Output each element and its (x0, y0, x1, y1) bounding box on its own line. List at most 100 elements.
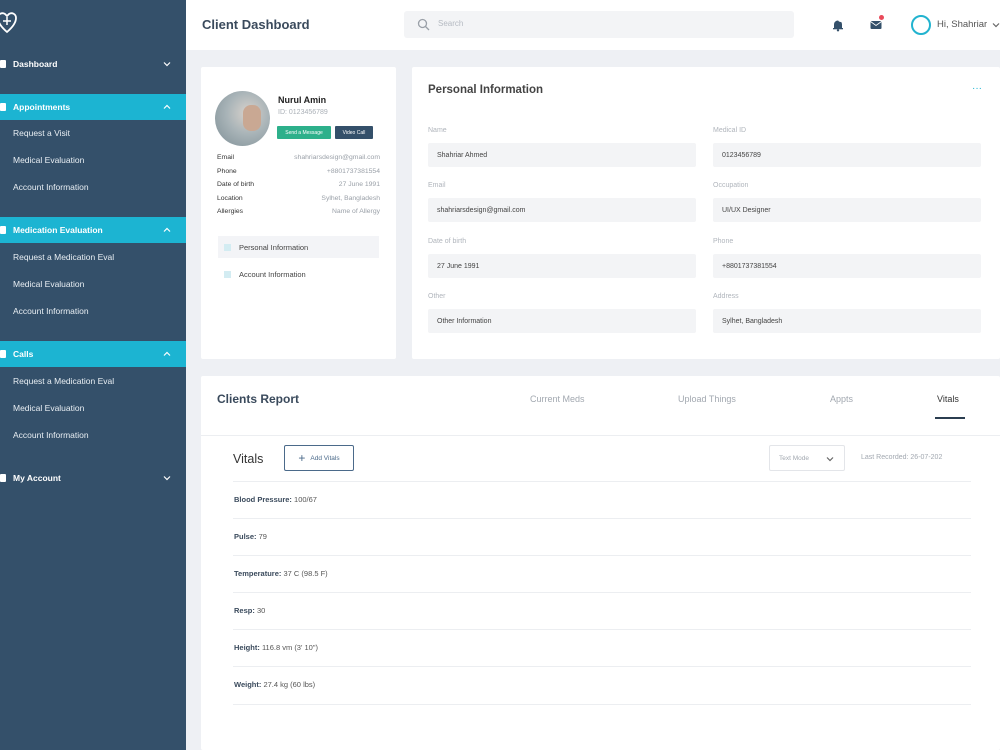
profile-info-value: +8801737381554 (326, 168, 380, 175)
sidebar-item-medication-evaluation[interactable]: Medication Evaluation (0, 217, 186, 243)
chevron-up-icon (163, 227, 171, 232)
search-input[interactable]: Search (404, 11, 794, 38)
field-label: Occupation (713, 182, 749, 189)
profile-link-account-information[interactable]: Account Information (218, 263, 379, 285)
profile-info-value: Sylhet, Bangladesh (321, 195, 380, 202)
profile-link-label: Personal Information (239, 242, 309, 252)
calls-icon (0, 350, 6, 358)
vital-label: Temperature: (234, 569, 282, 578)
sidebar-item-calls[interactable]: Calls (0, 341, 186, 367)
top-header: Client Dashboard Search Hi, Shahriar (186, 0, 1000, 50)
address-field[interactable]: Sylhet, Bangladesh (713, 309, 981, 333)
divider (233, 555, 971, 556)
divider (201, 435, 1000, 436)
tab-vitals[interactable]: Vitals (937, 394, 959, 404)
field-label: Other (428, 293, 446, 300)
profile-info-row: Phone +8801737381554 (217, 168, 380, 178)
profile-id: ID: 0123456789 (278, 109, 328, 116)
vital-value: 27.4 kg (60 lbs) (263, 680, 316, 689)
sidebar-subitem-medical-evaluation[interactable]: Medical Evaluation (13, 155, 84, 165)
personal-information-card: Personal Information ··· Name Shahriar A… (412, 67, 1000, 359)
mail-icon[interactable] (869, 18, 883, 32)
logo-icon (0, 12, 17, 34)
plus-icon: + (298, 451, 306, 465)
other-field[interactable]: Other Information (428, 309, 696, 333)
vitals-heading: Vitals (233, 452, 264, 466)
profile-info-label: Date of birth (217, 181, 255, 188)
vital-label: Pulse: (234, 532, 257, 541)
divider (233, 704, 971, 705)
occupation-field[interactable]: UI/UX Designer (713, 198, 981, 222)
vital-row: Resp: 30 (234, 606, 265, 615)
sidebar-item-label: Appointments (13, 102, 71, 112)
phone-field[interactable]: +8801737381554 (713, 254, 981, 278)
account-info-icon (224, 270, 231, 278)
medication-icon (0, 226, 6, 234)
video-call-button[interactable]: Video Call (335, 126, 373, 139)
profile-link-label: Account Information (239, 269, 306, 279)
send-message-button[interactable]: Send a Message (277, 126, 331, 139)
sidebar-subitem-medical-evaluation[interactable]: Medical Evaluation (13, 403, 84, 413)
vital-value: 79 (258, 532, 267, 541)
sidebar-item-appointments[interactable]: Appointments (0, 94, 186, 120)
last-recorded: Last Recorded: 26-07-202 (861, 454, 943, 461)
vital-value: 100/67 (294, 495, 317, 504)
mail-badge (879, 15, 884, 20)
sidebar-subitem-account-information[interactable]: Account Information (13, 430, 89, 440)
user-avatar[interactable] (911, 15, 931, 35)
sidebar-item-label: Medication Evaluation (13, 225, 103, 235)
add-vitals-button[interactable]: + Add Vitals (284, 445, 354, 471)
profile-info-label: Allergies (217, 208, 244, 215)
date-of-birth-field[interactable]: 27 June 1991 (428, 254, 696, 278)
chevron-down-icon (163, 62, 171, 67)
chevron-up-icon (163, 104, 171, 109)
vital-label: Height: (234, 643, 260, 652)
field-label: Date of birth (428, 238, 467, 245)
divider (233, 666, 971, 667)
profile-info-label: Location (217, 195, 243, 202)
active-tab-indicator (935, 417, 965, 419)
user-greeting[interactable]: Hi, Shahriar (937, 19, 987, 30)
field-label: Address (713, 293, 739, 300)
clients-report-card: Clients Report Current Meds Upload Thing… (201, 376, 1000, 750)
sidebar-item-label: Calls (13, 349, 34, 359)
sidebar-subitem-request-medication-eval[interactable]: Request a Medication Eval (13, 376, 114, 386)
profile-info-value: 27 June 1991 (338, 181, 380, 188)
profile-name: Nurul Amin (278, 95, 327, 105)
text-mode-select[interactable]: Text Mode (769, 445, 845, 471)
chevron-up-icon (163, 351, 171, 356)
vital-row: Height: 116.8 vm (3' 10") (234, 643, 318, 652)
tab-current-meds[interactable]: Current Meds (530, 394, 585, 404)
vital-value: 37 C (98.5 F) (283, 569, 328, 578)
profile-info-value: Name of Allergy (332, 208, 380, 215)
search-icon (417, 18, 430, 31)
sidebar-subitem-account-information[interactable]: Account Information (13, 182, 89, 192)
page-title: Client Dashboard (202, 17, 310, 32)
name-field[interactable]: Shahriar Ahmed (428, 143, 696, 167)
chevron-down-icon[interactable] (992, 21, 1000, 29)
sidebar-item-my-account[interactable]: My Account (0, 465, 186, 491)
profile-info-value: shahriarsdesign@gmail.com (294, 154, 380, 161)
tab-upload-things[interactable]: Upload Things (678, 394, 736, 404)
sidebar-subitem-request-visit[interactable]: Request a Visit (13, 128, 70, 138)
profile-avatar (215, 91, 270, 146)
appointments-icon (0, 103, 6, 111)
vital-row: Temperature: 37 C (98.5 F) (234, 569, 328, 578)
sidebar-subitem-request-medication-eval[interactable]: Request a Medication Eval (13, 252, 114, 262)
sidebar-item-dashboard[interactable]: Dashboard (0, 51, 186, 77)
profile-info-label: Email (217, 154, 234, 161)
field-label: Phone (713, 238, 734, 245)
sidebar-subitem-account-information[interactable]: Account Information (13, 306, 89, 316)
sidebar-item-label: Dashboard (13, 59, 58, 69)
tab-appts[interactable]: Appts (830, 394, 853, 404)
vital-value: 30 (256, 606, 266, 615)
vital-row: Weight: 27.4 kg (60 lbs) (234, 680, 315, 689)
email-field[interactable]: shahriarsdesign@gmail.com (428, 198, 696, 222)
field-label: Email (428, 182, 446, 189)
sidebar-subitem-medical-evaluation[interactable]: Medical Evaluation (13, 279, 84, 289)
medical-id-field[interactable]: 0123456789 (713, 143, 981, 167)
profile-link-personal-information[interactable]: Personal Information (218, 236, 379, 258)
divider (233, 518, 971, 519)
more-options-icon[interactable]: ··· (972, 83, 982, 94)
field-label: Medical ID (713, 127, 747, 134)
